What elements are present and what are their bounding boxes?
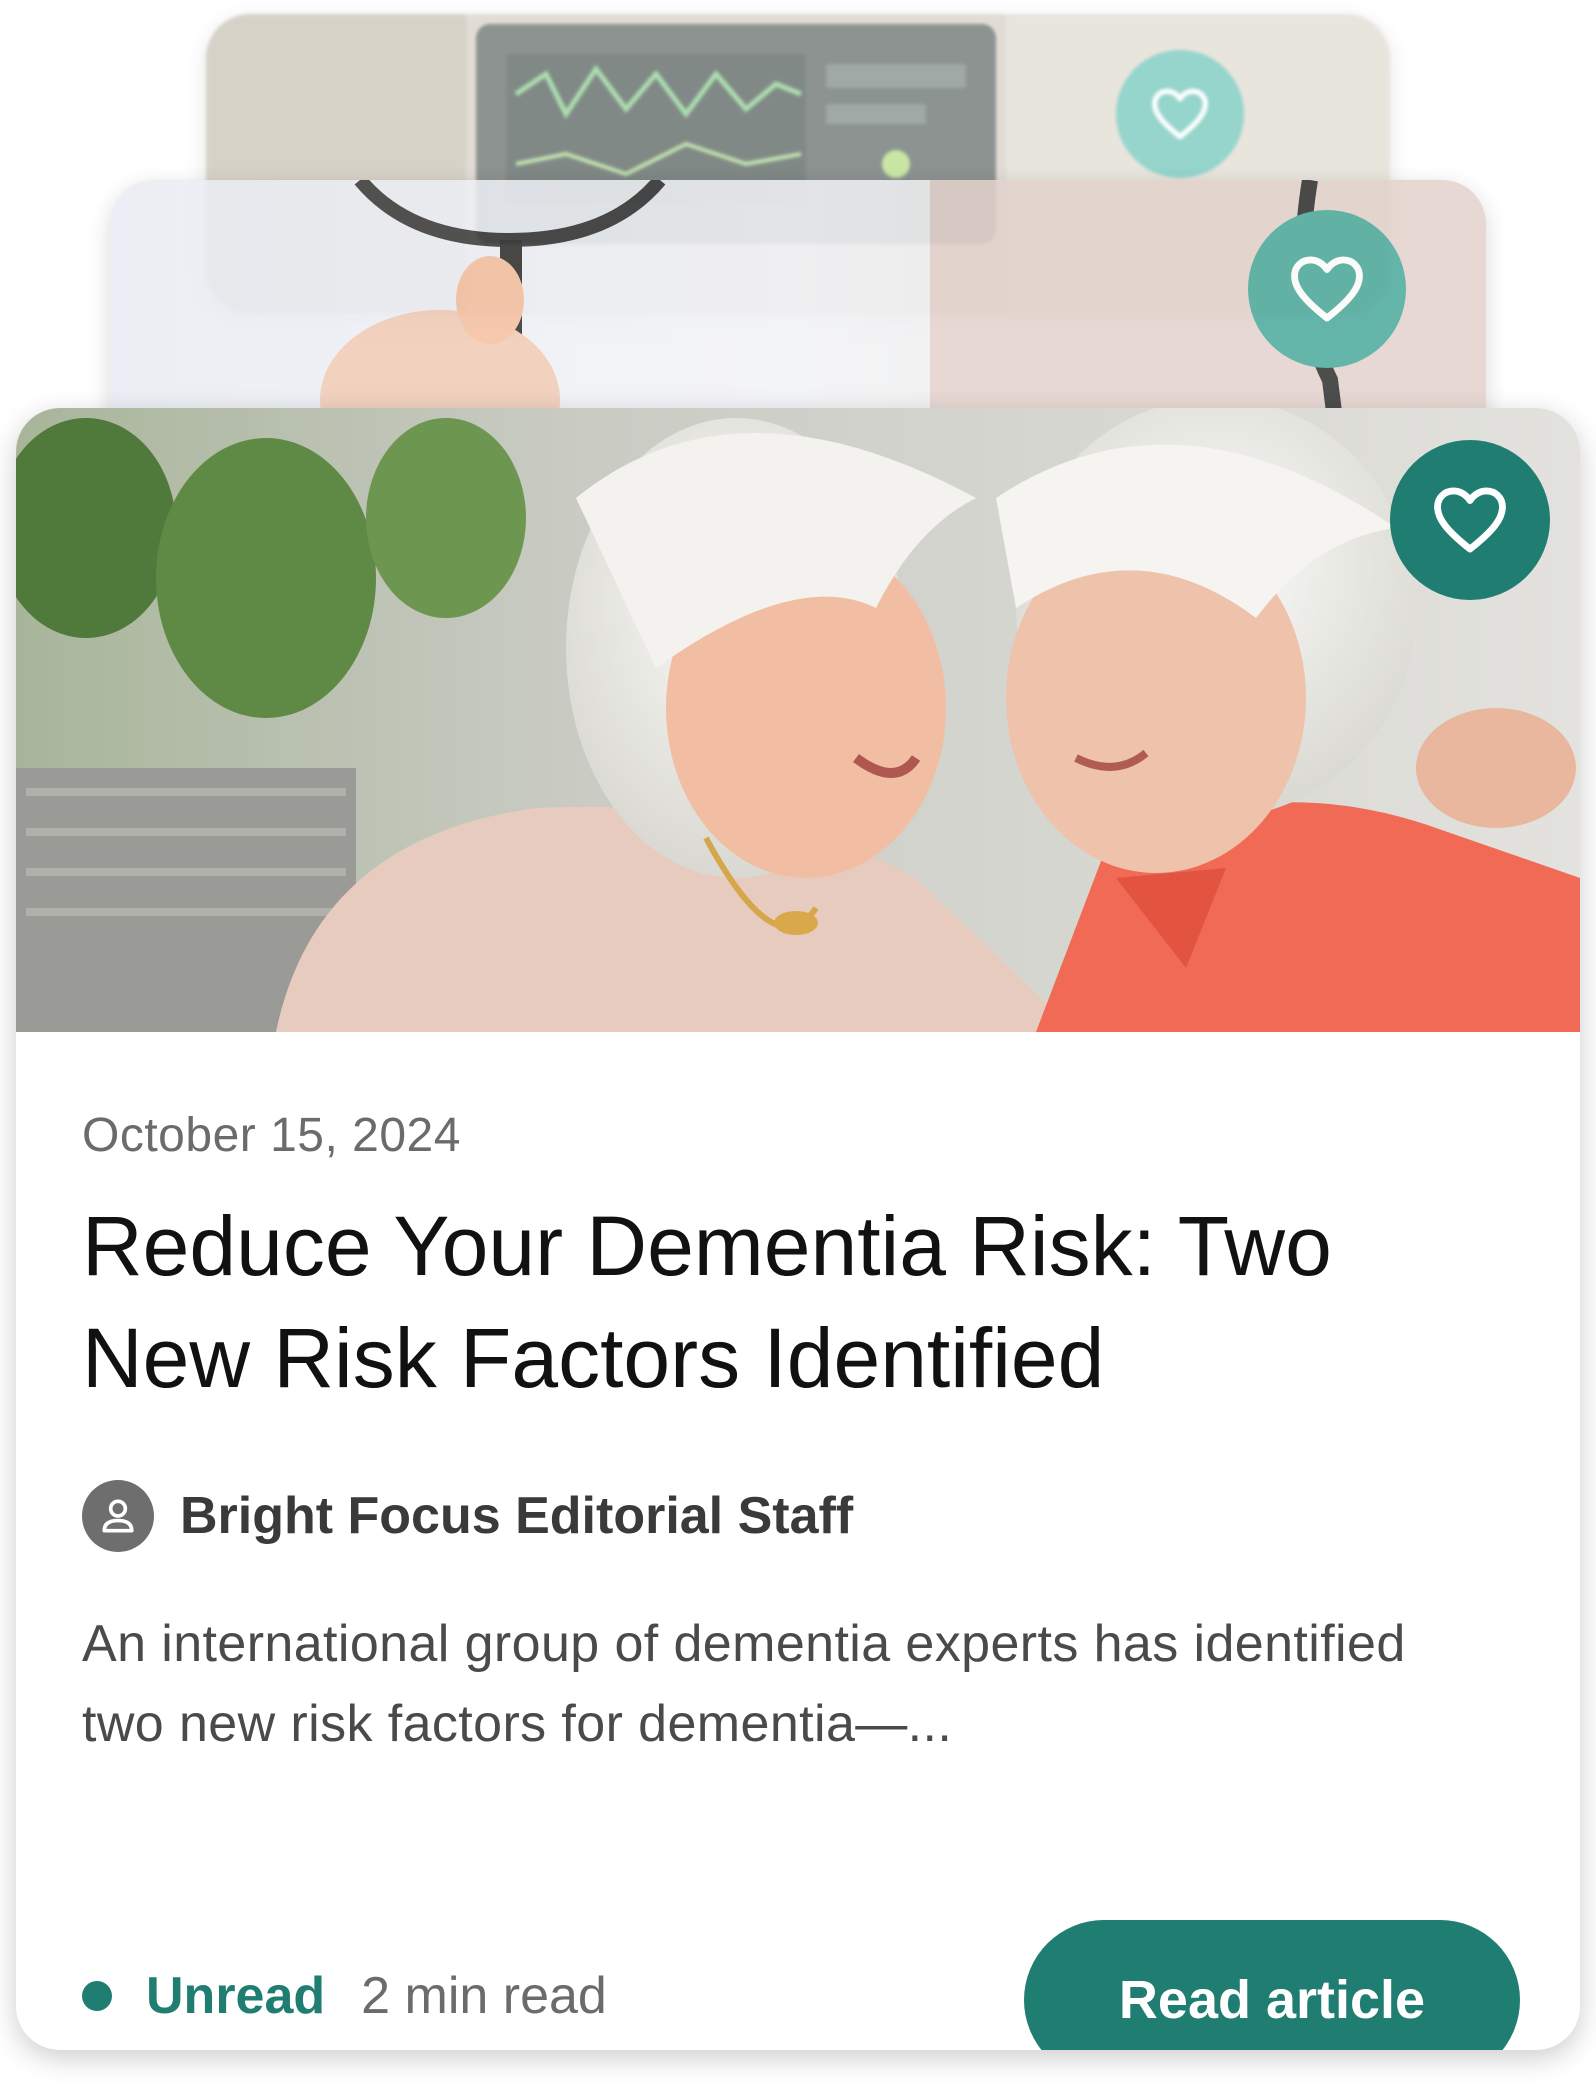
person-icon [82, 1480, 154, 1552]
read-time: 2 min read [361, 1967, 607, 2025]
status-label: Unread [146, 1967, 326, 2025]
article-title[interactable]: Reduce Your Dementia Risk: Two New Risk … [82, 1190, 1482, 1414]
favorite-button-back[interactable] [1116, 50, 1244, 178]
article-excerpt: An international group of dementia exper… [82, 1615, 1406, 1753]
article-footer: Unread 2 min read Read article [82, 1920, 1520, 2050]
favorite-button[interactable] [1390, 440, 1550, 600]
read-status: Unread 2 min read [82, 1966, 607, 2026]
article-date: October 15, 2024 [82, 1109, 461, 1162]
heart-outline-icon [1434, 487, 1506, 553]
article-card[interactable]: October 15, 2024 Reduce Your Dementia Ri… [16, 408, 1580, 2050]
author-name: Bright Focus Editorial Staff [180, 1487, 854, 1545]
read-article-button[interactable]: Read article [1024, 1920, 1520, 2050]
author-row: Bright Focus Editorial Staff [82, 1480, 853, 1552]
heart-outline-icon [1152, 88, 1208, 140]
unread-dot-icon [82, 1981, 112, 2011]
favorite-button-middle[interactable] [1248, 210, 1406, 368]
article-hero-image [16, 408, 1580, 1032]
heart-outline-icon [1291, 256, 1363, 322]
